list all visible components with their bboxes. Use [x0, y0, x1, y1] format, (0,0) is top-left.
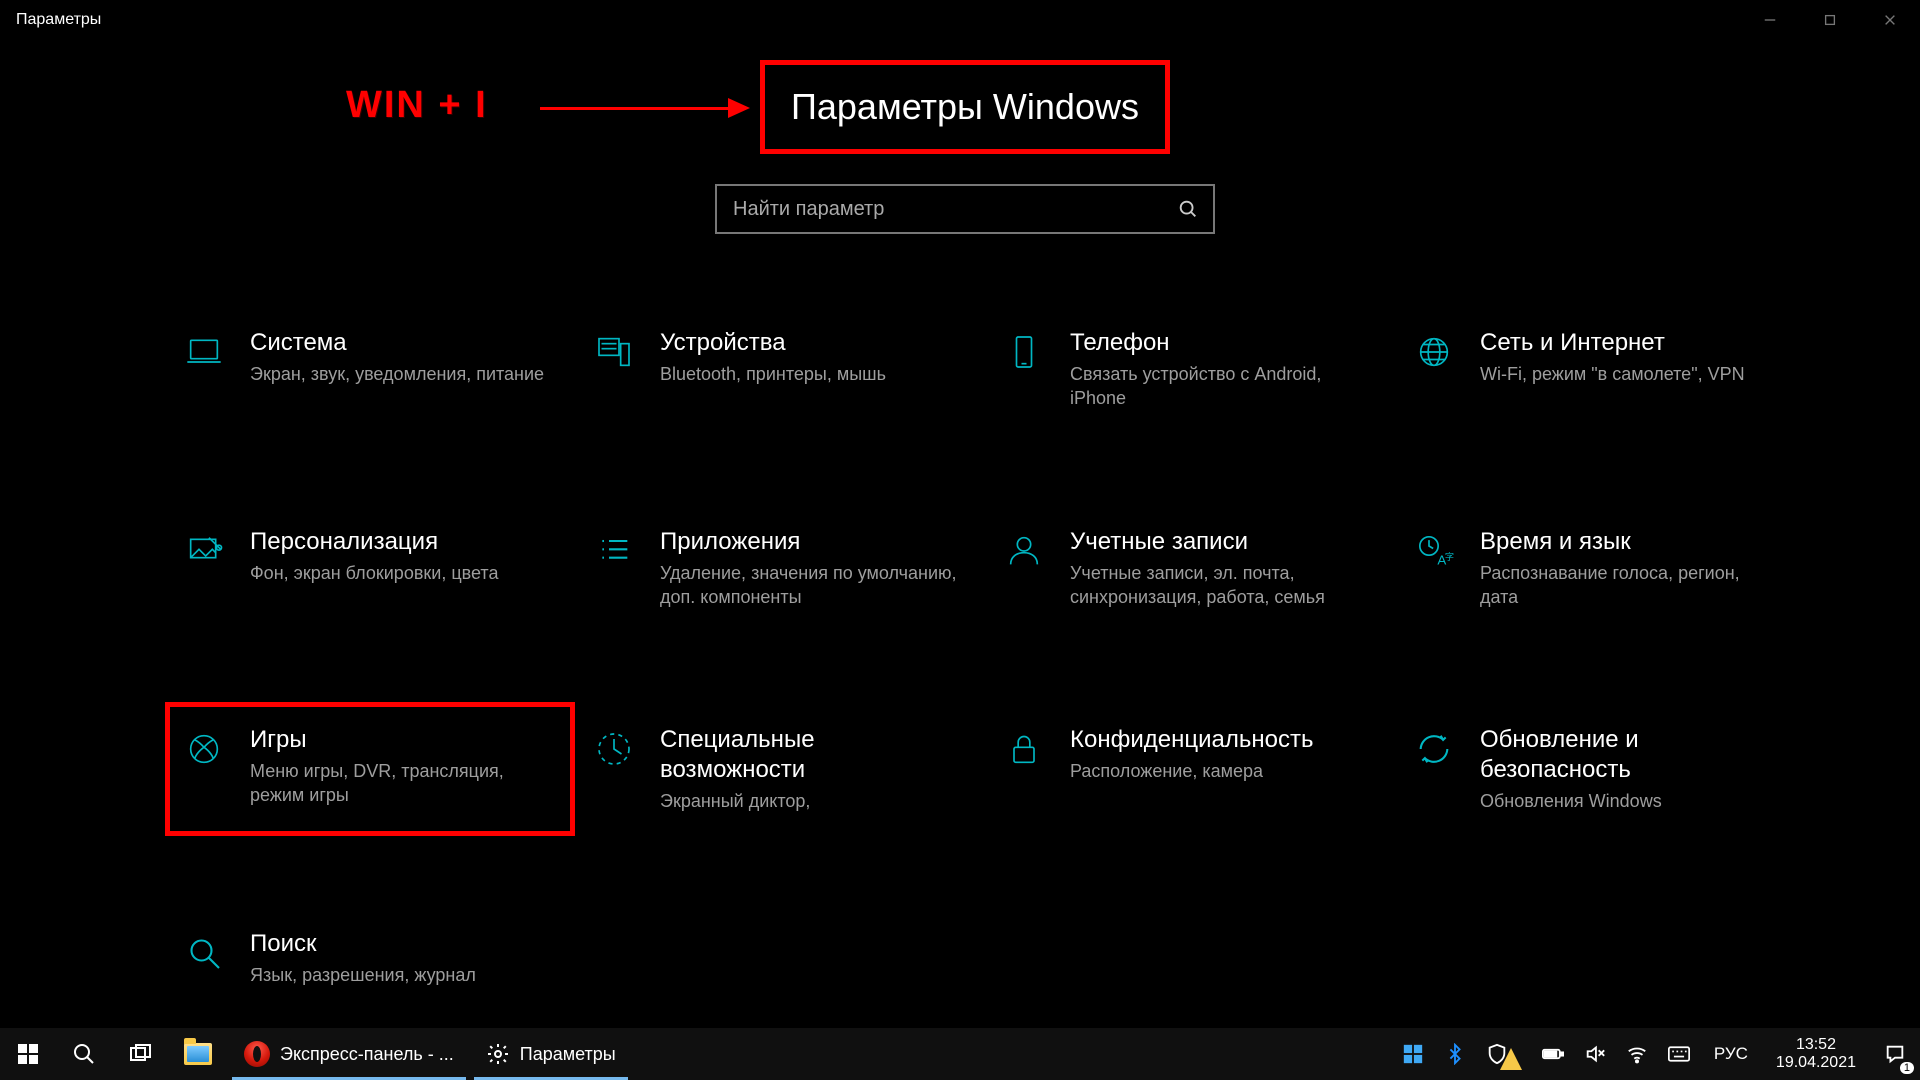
- tray-windows-update-icon[interactable]: [1392, 1028, 1434, 1080]
- tile-personalization[interactable]: Персонализация Фон, экран блокировки, цв…: [170, 509, 570, 628]
- file-explorer-button[interactable]: [168, 1028, 228, 1080]
- tile-title: Игры: [250, 725, 550, 755]
- tile-title: Поиск: [250, 929, 476, 959]
- tile-title: Учетные записи: [1070, 527, 1370, 557]
- minimize-button[interactable]: [1740, 0, 1800, 40]
- taskbar-app-label: Параметры: [520, 1044, 616, 1065]
- phone-icon: [1002, 330, 1046, 374]
- xbox-icon: [182, 727, 226, 771]
- tile-desc: Wi-Fi, режим "в самолете", VPN: [1480, 362, 1745, 386]
- tile-title: Устройства: [660, 328, 886, 358]
- window-title: Параметры: [16, 11, 101, 29]
- tile-desc: Расположение, камера: [1070, 759, 1313, 783]
- tray-battery-icon[interactable]: [1532, 1028, 1574, 1080]
- tray-wifi-icon[interactable]: [1616, 1028, 1658, 1080]
- tile-gaming[interactable]: Игры Меню игры, DVR, трансляция, режим и…: [165, 702, 575, 836]
- tile-desc: Фон, экран блокировки, цвета: [250, 561, 498, 585]
- page-title-highlight: Параметры Windows: [760, 60, 1170, 154]
- tile-desc: Экранный диктор,: [660, 789, 960, 813]
- list-icon: [592, 529, 636, 573]
- tile-phone[interactable]: Телефон Связать устройство с Android, iP…: [990, 310, 1390, 429]
- tile-title: Конфиденциальность: [1070, 725, 1313, 755]
- person-icon: [1002, 529, 1046, 573]
- tile-network[interactable]: Сеть и Интернет Wi-Fi, режим "в самолете…: [1400, 310, 1800, 429]
- tray-volume-icon[interactable]: [1574, 1028, 1616, 1080]
- tile-desc: Меню игры, DVR, трансляция, режим игры: [250, 759, 550, 808]
- tile-title: Персонализация: [250, 527, 498, 557]
- window-controls: [1740, 0, 1920, 40]
- paint-icon: [182, 529, 226, 573]
- tile-apps[interactable]: Приложения Удаление, значения по умолчан…: [580, 509, 980, 628]
- tile-title: Время и язык: [1480, 527, 1780, 557]
- tray-language[interactable]: РУС: [1700, 1044, 1762, 1064]
- close-button[interactable]: [1860, 0, 1920, 40]
- taskbar-search-button[interactable]: [56, 1028, 112, 1080]
- tile-title: Система: [250, 328, 544, 358]
- tile-desc: Обновления Windows: [1480, 789, 1780, 813]
- window-titlebar: Параметры: [0, 0, 1920, 40]
- taskbar-left: Экспресс-панель - ... Параметры: [0, 1028, 632, 1080]
- search-input[interactable]: [717, 198, 1163, 221]
- settings-grid: Система Экран, звук, уведомления, питани…: [170, 310, 1790, 1021]
- tile-time-language[interactable]: A 字 Время и язык Распознавание голоса, р…: [1400, 509, 1800, 628]
- tile-system[interactable]: Система Экран, звук, уведомления, питани…: [170, 310, 570, 429]
- tile-accounts[interactable]: Учетные записи Учетные записи, эл. почта…: [990, 509, 1390, 628]
- start-button[interactable]: [0, 1028, 56, 1080]
- tile-desc: Распознавание голоса, регион, дата: [1480, 561, 1780, 610]
- tile-desc: Bluetooth, принтеры, мышь: [660, 362, 886, 386]
- tile-desc: Язык, разрешения, журнал: [250, 963, 476, 987]
- tray-clock[interactable]: 13:52 19.04.2021: [1762, 1036, 1870, 1073]
- tile-title: Приложения: [660, 527, 960, 557]
- tile-privacy[interactable]: Конфиденциальность Расположение, камера: [990, 707, 1390, 831]
- taskbar-tray: РУС 13:52 19.04.2021 1: [1392, 1028, 1920, 1080]
- search-icon[interactable]: [1163, 198, 1213, 220]
- opera-icon: [244, 1041, 270, 1067]
- taskbar-app-opera[interactable]: Экспресс-панель - ...: [228, 1028, 470, 1080]
- tile-title: Специальные возможности: [660, 725, 960, 785]
- tray-time: 13:52: [1776, 1036, 1856, 1054]
- svg-text:字: 字: [1445, 551, 1454, 562]
- tray-security-icon[interactable]: [1476, 1028, 1532, 1080]
- tile-desc: Связать устройство с Android, iPhone: [1070, 362, 1370, 411]
- sync-icon: [1412, 727, 1456, 771]
- tile-search-category[interactable]: Поиск Язык, разрешения, журнал: [170, 911, 570, 1021]
- tile-devices[interactable]: Устройства Bluetooth, принтеры, мышь: [580, 310, 980, 429]
- page-title: Параметры Windows: [791, 86, 1139, 128]
- tile-title: Телефон: [1070, 328, 1370, 358]
- globe-icon: [1412, 330, 1456, 374]
- task-view-button[interactable]: [112, 1028, 168, 1080]
- tile-desc: Учетные записи, эл. почта, синхронизация…: [1070, 561, 1370, 610]
- search-box[interactable]: [715, 184, 1215, 234]
- ease-icon: [592, 727, 636, 771]
- tile-ease-of-access[interactable]: Специальные возможности Экранный диктор,: [580, 707, 980, 831]
- devices-icon: [592, 330, 636, 374]
- tile-title: Сеть и Интернет: [1480, 328, 1745, 358]
- annotation-shortcut: WIN + I: [346, 84, 488, 127]
- taskbar-app-settings[interactable]: Параметры: [470, 1028, 632, 1080]
- tile-title: Обновление и безопасность: [1480, 725, 1780, 785]
- lock-icon: [1002, 727, 1046, 771]
- notification-badge: 1: [1900, 1062, 1914, 1074]
- folder-icon: [184, 1043, 212, 1065]
- tray-touch-keyboard-icon[interactable]: [1658, 1028, 1700, 1080]
- tray-bluetooth-icon[interactable]: [1434, 1028, 1476, 1080]
- taskbar: Экспресс-панель - ... Параметры: [0, 1028, 1920, 1080]
- magnifier-icon: [182, 931, 226, 975]
- tile-update-security[interactable]: Обновление и безопасность Обновления Win…: [1400, 707, 1800, 831]
- maximize-button[interactable]: [1800, 0, 1860, 40]
- tile-desc: Экран, звук, уведомления, питание: [250, 362, 544, 386]
- time-lang-icon: A 字: [1412, 529, 1456, 573]
- tile-desc: Удаление, значения по умолчанию, доп. ко…: [660, 561, 960, 610]
- tray-date: 19.04.2021: [1776, 1054, 1856, 1072]
- gear-icon: [486, 1042, 510, 1066]
- taskbar-app-label: Экспресс-панель - ...: [280, 1044, 454, 1065]
- laptop-icon: [182, 330, 226, 374]
- annotation-arrow: [540, 104, 750, 112]
- action-center-button[interactable]: 1: [1870, 1028, 1920, 1080]
